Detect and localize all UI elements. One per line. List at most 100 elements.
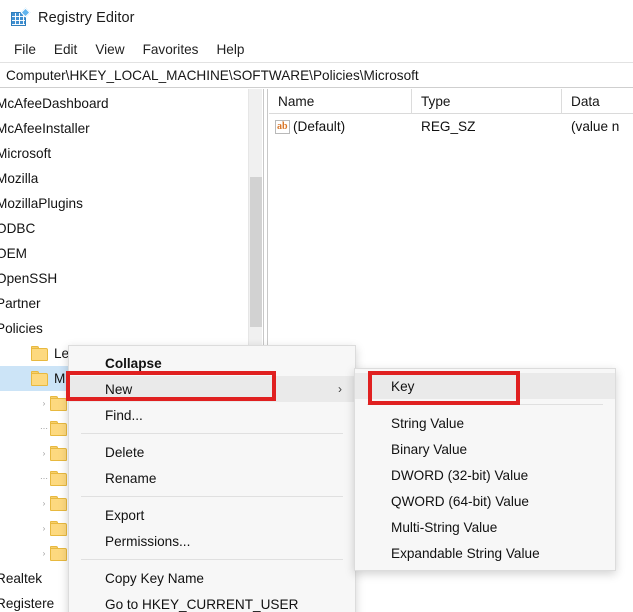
value-data-cell: (value n	[571, 119, 620, 134]
expand-chevron-icon[interactable]: ›	[38, 441, 50, 466]
expand-chevron-icon[interactable]: ›	[38, 516, 50, 541]
tree-item[interactable]: Microsoft	[0, 141, 248, 166]
tree-item[interactable]: McAfeeDashboard	[0, 91, 248, 116]
tree-item-label: Policies	[0, 321, 43, 336]
menu-edit[interactable]: Edit	[45, 39, 86, 60]
new-submenu[interactable]: Key String Value Binary Value DWORD (32-bit…	[354, 368, 616, 571]
menu-favorites[interactable]: Favorites	[134, 39, 208, 60]
menu-item-label: Find...	[105, 407, 143, 423]
tree-item-label: ODBC	[0, 221, 36, 236]
menu-bar: File Edit View Favorites Help	[0, 36, 633, 63]
menu-item-binary-value[interactable]: Binary Value	[355, 436, 615, 462]
menu-item-multi-string-value[interactable]: Multi-String Value	[355, 514, 615, 540]
menu-separator	[367, 404, 603, 405]
menu-item-label: Delete	[105, 444, 145, 460]
folder-icon	[31, 370, 49, 386]
menu-item-label: Go to HKEY_CURRENT_USER	[105, 596, 299, 612]
folder-icon	[50, 420, 68, 436]
address-bar[interactable]: Computer\HKEY_LOCAL_MACHINE\SOFTWARE\Pol…	[0, 63, 633, 88]
menu-item-export[interactable]: Export	[69, 502, 355, 528]
expand-chevron-icon[interactable]: ›	[38, 541, 50, 566]
menu-separator	[81, 496, 343, 497]
menu-item-copy-key-name[interactable]: Copy Key Name	[69, 565, 355, 591]
tree-item[interactable]: OpenSSH	[0, 266, 248, 291]
tree-item-label: OEM	[0, 246, 27, 261]
menu-separator	[81, 559, 343, 560]
menu-item-dword-32-bit-value[interactable]: DWORD (32-bit) Value	[355, 462, 615, 488]
tree-scrollbar-thumb[interactable]	[250, 177, 262, 327]
folder-icon	[50, 445, 68, 461]
menu-item-label: Key	[391, 378, 415, 394]
menu-item-label: QWORD (64-bit) Value	[391, 493, 529, 509]
expand-chevron-icon[interactable]: ›	[38, 391, 50, 416]
tree-item-label: McAfeeDashboard	[0, 96, 109, 111]
menu-item-collapse[interactable]: Collapse	[69, 350, 355, 376]
menu-item-key[interactable]: Key	[355, 373, 615, 399]
tree-item[interactable]: McAfeeInstaller	[0, 116, 248, 141]
menu-item-new[interactable]: New ›	[69, 376, 355, 402]
folder-icon	[50, 545, 68, 561]
folder-icon	[50, 495, 68, 511]
menu-item-label: Rename	[105, 470, 157, 486]
menu-item-expandable-string-value[interactable]: Expandable String Value	[355, 540, 615, 566]
menu-item-label: Expandable String Value	[391, 545, 540, 561]
values-list: (Default) REG_SZ (value n	[269, 114, 633, 140]
menu-item-permissions[interactable]: Permissions...	[69, 528, 355, 554]
tree-item-label: Partner	[0, 296, 41, 311]
menu-item-label: Copy Key Name	[105, 570, 204, 586]
menu-item-string-value[interactable]: String Value	[355, 410, 615, 436]
tree-item-label: Realtek	[0, 571, 43, 586]
tree-item-label: McAfeeInstaller	[0, 121, 90, 136]
tree-item[interactable]: Policies	[0, 316, 248, 341]
values-column-header: Name Type Data	[269, 89, 633, 114]
menu-file[interactable]: File	[5, 39, 45, 60]
column-header-name[interactable]: Name	[269, 89, 412, 114]
value-name-text: (Default)	[293, 119, 346, 134]
menu-item-label: DWORD (32-bit) Value	[391, 467, 529, 483]
expand-chevron-icon[interactable]: ⋯	[38, 466, 50, 491]
tree-context-menu[interactable]: Collapse New › Find... Delete Rename Export Per…	[68, 345, 356, 612]
value-type-cell: REG_SZ	[421, 119, 476, 134]
menu-item-qword-64-bit-value[interactable]: QWORD (64-bit) Value	[355, 488, 615, 514]
tree-item[interactable]: OEM	[0, 241, 248, 266]
registry-path: Computer\HKEY_LOCAL_MACHINE\SOFTWARE\Pol…	[6, 67, 419, 83]
menu-item-delete[interactable]: Delete	[69, 439, 355, 465]
value-name-cell: (Default)	[269, 114, 412, 140]
registry-editor-window: Registry Editor File Edit View Favorites Hel…	[0, 0, 633, 612]
tree-item-label: OpenSSH	[0, 271, 58, 286]
menu-item-go-to-hkey-current-user[interactable]: Go to HKEY_CURRENT_USER	[69, 591, 355, 612]
title-bar: Registry Editor	[0, 0, 633, 36]
tree-item[interactable]: Mozilla	[0, 166, 248, 191]
tree-item-label: Mozilla	[0, 171, 39, 186]
menu-item-rename[interactable]: Rename	[69, 465, 355, 491]
menu-item-label: Collapse	[105, 355, 162, 371]
expand-chevron-icon[interactable]: ›	[38, 491, 50, 516]
window-title: Registry Editor	[38, 10, 135, 26]
column-header-data[interactable]: Data	[562, 89, 633, 114]
column-header-type[interactable]: Type	[412, 89, 562, 114]
menu-item-label: New	[105, 381, 133, 397]
menu-separator	[81, 433, 343, 434]
chevron-right-icon: ›	[338, 382, 342, 396]
folder-icon	[50, 470, 68, 486]
tree-item[interactable]: MozillaPlugins	[0, 191, 248, 216]
menu-view[interactable]: View	[86, 39, 133, 60]
menu-item-label: Permissions...	[105, 533, 191, 549]
tree-item[interactable]: ODBC	[0, 216, 248, 241]
menu-help[interactable]: Help	[207, 39, 253, 60]
tree-item[interactable]: Partner	[0, 291, 248, 316]
folder-icon	[50, 520, 68, 536]
menu-item-label: String Value	[391, 415, 465, 431]
tree-item-label: MozillaPlugins	[0, 196, 83, 211]
expand-chevron-icon[interactable]: ⋯	[38, 416, 50, 441]
value-row[interactable]: (Default) REG_SZ (value n	[269, 114, 633, 140]
folder-icon	[50, 395, 68, 411]
string-value-icon	[275, 120, 290, 134]
registry-editor-icon	[11, 7, 31, 27]
tree-item-label: Microsoft	[0, 146, 52, 161]
tree-item-label: Registere	[0, 596, 55, 611]
folder-icon	[31, 345, 49, 361]
menu-item-find[interactable]: Find...	[69, 402, 355, 428]
menu-item-label: Binary Value	[391, 441, 468, 457]
menu-item-label: Multi-String Value	[391, 519, 498, 535]
